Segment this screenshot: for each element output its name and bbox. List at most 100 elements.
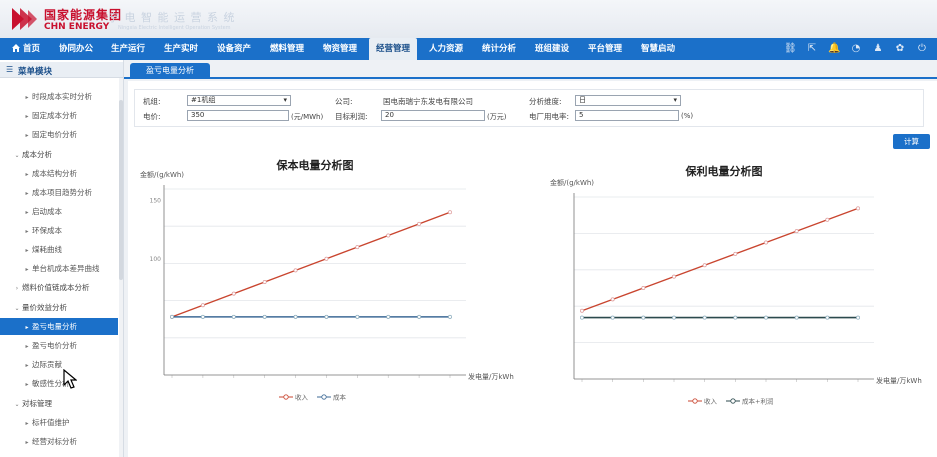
data-point [580,315,584,320]
sidebar-item[interactable]: ▸ 标杆值维护 [0,414,118,431]
sidebar-header: ☰ 菜单模块 [0,62,123,78]
data-point [733,315,738,320]
org-chart-icon[interactable]: ⛓ [784,43,797,55]
sidebar-title: 菜单模块 [18,67,53,77]
sidebar-item[interactable]: ▸ 固定成本分析 [0,107,118,124]
sidebar-item[interactable]: ▸ 环保成本 [0,222,118,239]
data-point [702,315,707,320]
data-point [417,221,422,226]
nav-item[interactable]: 智慧启动 [634,38,682,60]
data-point [764,240,768,245]
data-point [610,315,615,320]
sidebar-item[interactable]: ▸ 固定电价分析 [0,126,118,143]
nav-item[interactable]: 统计分析 [475,38,523,60]
y-axis-label: 金额/(g/kWh) [140,170,184,179]
sidebar-item-label: 量价效益分析 [22,303,67,312]
nav-item[interactable]: 协同办公 [52,38,100,60]
legend-marker [321,394,327,400]
gauge-icon[interactable]: ◔ [850,43,862,55]
target-profit-input[interactable]: 20 [381,110,485,121]
nav-item[interactable]: 燃料管理 [263,38,311,60]
data-point [262,280,267,284]
nav-item[interactable]: 首页 [4,38,48,60]
nav-item[interactable]: 设备资产 [210,38,258,60]
target-profit-unit: (万元) [487,113,507,121]
system-subtitle: Ningxia Electric Intelligent Operation S… [118,25,231,31]
plant-rate-input[interactable]: 5 [575,110,679,121]
sidebar-item[interactable]: › 燃料价值链成本分析 [0,279,118,296]
data-point [610,297,615,302]
bullet-icon: ▸ [25,209,29,216]
sidebar-scroll-thumb[interactable] [119,100,123,280]
nav-item-label: 班组建设 [534,44,569,54]
nav-item[interactable]: 经营管理 [369,38,417,60]
sidebar-item-label: 经营对标分析 [32,437,77,446]
y-tick-label: 150 [150,198,162,205]
nav-item[interactable]: 物资管理 [316,38,364,60]
sidebar-item[interactable]: ▸ 边际贡献 [0,356,118,373]
sidebar-item[interactable]: ▸ 煤耗曲线 [0,241,118,258]
nav-item[interactable]: 平台管理 [581,38,629,60]
series-line [581,207,859,312]
sidebar-item-label: 启动成本 [32,207,62,216]
bell-icon[interactable]: 🔔 [828,43,840,55]
user-icon[interactable]: ♟ [872,43,884,55]
y-tick-label: 100 [150,256,162,263]
sidebar-item[interactable]: ⌄ 对标管理 [0,395,118,412]
system-title: 宁 电 智 能 运 营 系 统 [108,11,236,24]
nav-item[interactable]: 生产实时 [157,38,205,60]
sidebar-item[interactable]: ▸ 启动成本 [0,203,118,220]
breakeven-chart: 保本电量分析图金额/(g/kWh) 发电量/万kWh 150 100 收入 成本 [140,158,514,402]
nav-item[interactable]: 人力资源 [422,38,470,60]
legend-label: 成本 [333,393,347,402]
unit-select[interactable]: #1机组 [187,95,291,106]
sidebar-item[interactable]: ⌄ 成本分析 [0,146,118,163]
bullet-icon: ▸ [25,171,29,178]
bullet-icon: ▸ [25,420,29,427]
dimension-label: 分析维度: [529,97,562,106]
x-axis-label: 发电量/万kWh [468,372,514,381]
sidebar-item-label: 盈亏电量分析 [32,322,77,331]
app-header: 国家能源集团 CHN ENERGY 宁 电 智 能 运 营 系 统 Ningxi… [0,0,937,38]
sidebar-item[interactable]: ▸ 时段成本实时分析 [0,88,118,105]
data-point [417,314,422,319]
price-label: 电价: [143,112,161,121]
sidebar-item[interactable]: ⌄ 量价效益分析 [0,299,118,316]
calculate-button[interactable]: 计算 [893,134,930,149]
power-icon[interactable]: ⏻ [916,43,928,55]
series-line [171,211,451,318]
tab-bar: 盈亏电量分析 [124,60,937,79]
sidebar-item-label: 煤耗曲线 [32,245,62,254]
price-input[interactable]: 350 [187,110,289,121]
data-point [355,245,360,250]
data-point [580,308,584,313]
chevron-right-icon: › [15,285,19,292]
settings-icon[interactable]: ✿ [894,43,906,55]
chart-title: 保利电量分析图 [685,164,763,178]
main-content: 机组: #1机组 公司: 国电南瑞宁东发电有限公司 分析维度: 日 电价: 35… [128,81,937,457]
bullet-icon: ▸ [25,381,29,388]
sidebar-item[interactable]: ▸ 盈亏电价分析 [0,337,118,354]
plant-rate-unit: (%) [681,112,694,120]
sidebar-item[interactable]: ▸ 经营对标分析 [0,433,118,450]
tab-breakeven-analysis[interactable]: 盈亏电量分析 [130,63,210,79]
dimension-select[interactable]: 日 [575,95,681,106]
data-point [672,315,676,320]
company-label: 公司: [335,97,353,106]
menu-icon[interactable]: ☰ [6,66,14,74]
chevron-down-icon: ⌄ [14,401,20,408]
nav-item-label: 人力资源 [428,44,463,54]
sidebar-item[interactable]: ▸ 成本项目趋势分析 [0,184,118,201]
sidebar-item[interactable]: ▸ 敏感性分析 [0,375,118,392]
sidebar-item[interactable]: ▸ 单台机成本差异曲线 [0,260,118,277]
export-icon[interactable]: ⇱ [806,43,818,55]
sidebar-item[interactable]: ▸ 成本结构分析 [0,165,118,182]
data-point [262,314,267,319]
sidebar-item[interactable]: ▸ 盈亏电量分析 [0,318,118,335]
data-point [386,314,391,319]
nav-item[interactable]: 班组建设 [528,38,576,60]
nav-item-label: 生产运行 [110,44,145,54]
chevron-down-icon: ⌄ [14,152,20,159]
nav-item[interactable]: 生产运行 [104,38,152,60]
chn-energy-logo [12,8,37,30]
